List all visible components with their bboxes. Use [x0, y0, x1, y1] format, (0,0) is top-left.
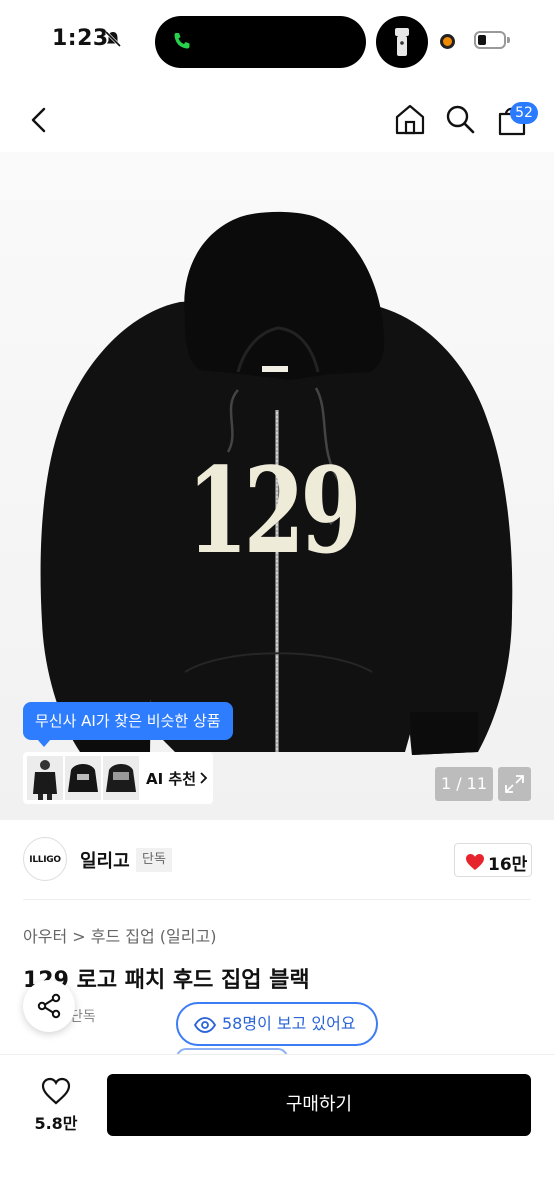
- bottom-action-bar: 5.8만 구매하기: [0, 1054, 554, 1200]
- exclusive-tag: 단독: [136, 848, 172, 872]
- battery-icon: [474, 31, 510, 49]
- similar-product-thumb[interactable]: [65, 756, 101, 800]
- chevron-right-icon: [200, 772, 208, 784]
- clock-time: 1:23: [52, 26, 109, 51]
- top-nav: 52: [0, 92, 554, 152]
- ai-recommend-label: AI 추천: [146, 770, 197, 788]
- share-icon: [37, 993, 61, 1019]
- divider: [23, 899, 531, 900]
- wishlist-heart-icon[interactable]: [41, 1077, 71, 1105]
- dynamic-island[interactable]: [155, 16, 366, 68]
- eye-icon: [194, 1017, 216, 1033]
- expand-icon: [505, 775, 524, 793]
- bell-muted-icon: [104, 30, 122, 48]
- similar-product-thumb[interactable]: [103, 756, 139, 800]
- live-viewers-text: 58명이 보고 있어요: [222, 1014, 356, 1033]
- cart-count-badge: 52: [510, 102, 538, 124]
- flashlight-indicator[interactable]: [376, 16, 428, 68]
- phone-call-icon: [174, 33, 190, 49]
- live-viewers-pill[interactable]: 58명이 보고 있어요: [176, 1002, 378, 1046]
- search-icon[interactable]: [445, 104, 475, 134]
- similar-product-thumb[interactable]: [27, 756, 63, 800]
- share-button[interactable]: [23, 980, 75, 1032]
- brand-like-count: 16만: [488, 855, 528, 875]
- brand-like-button[interactable]: 16만: [454, 843, 532, 877]
- image-page-indicator: 1 / 11: [435, 767, 493, 801]
- product-image-gallery[interactable]: 129 무신사 AI가 찾은 비슷한 상품 AI 추천 1 / 11: [0, 152, 554, 820]
- camera-in-use-dot: [440, 34, 455, 49]
- expand-image-button[interactable]: [498, 767, 531, 801]
- brand-logo[interactable]: ILLIGO: [23, 837, 67, 881]
- wishlist-count: 5.8만: [34, 1114, 78, 1133]
- category-breadcrumb[interactable]: 아우터 > 후드 집업 (일리고): [23, 923, 216, 947]
- home-icon[interactable]: [393, 102, 427, 136]
- ai-recommend-card[interactable]: AI 추천: [23, 752, 213, 804]
- ai-recommend-tooltip[interactable]: 무신사 AI가 찾은 비슷한 상품: [23, 702, 233, 747]
- buy-button[interactable]: 구매하기: [107, 1074, 531, 1136]
- brand-row[interactable]: ILLIGO 일리고 단독 16만: [0, 830, 554, 900]
- logo-patch-text: 129: [187, 441, 357, 580]
- flashlight-icon: [395, 28, 409, 56]
- brand-name[interactable]: 일리고: [80, 847, 130, 873]
- status-bar: 1:23: [0, 0, 554, 84]
- back-arrow-icon[interactable]: [24, 104, 56, 136]
- heart-filled-icon: [466, 854, 484, 870]
